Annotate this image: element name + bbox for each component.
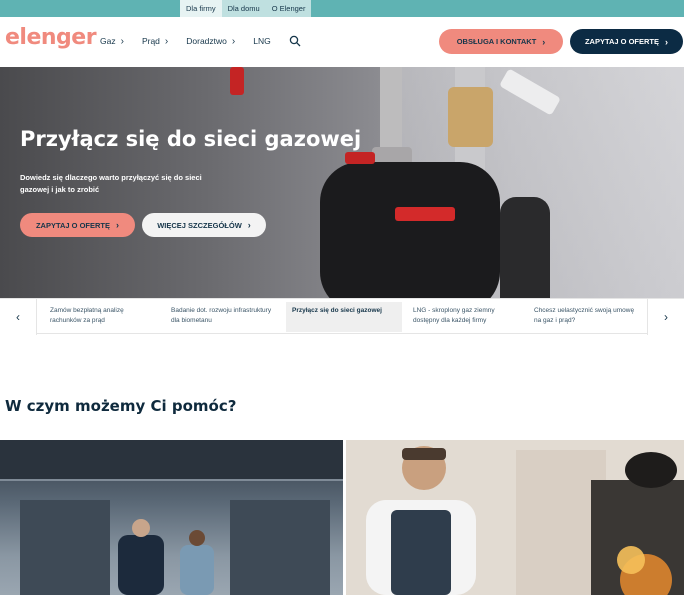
hero-request-offer-button[interactable]: ZAPYTAJ O OFERTĘ › [20, 213, 135, 237]
nav-item-label: LNG [253, 36, 271, 46]
chef-illustration [346, 440, 684, 595]
chevron-right-icon: › [116, 220, 120, 230]
slider-prev-button[interactable]: ‹ [0, 299, 37, 335]
restaurant-card-image[interactable] [346, 440, 684, 595]
chevron-right-icon: › [664, 310, 668, 324]
hero-banner: Przyłącz się do sieci gazowej Dowiedz si… [0, 67, 684, 334]
site-header: elenger Gaz › Prąd › Doradztwo › LNG OBS… [0, 17, 684, 67]
warehouse-illustration [0, 440, 343, 595]
gas-pipe-illustration [230, 67, 560, 334]
chevron-right-icon: › [231, 35, 236, 47]
slider-item[interactable]: Badanie dot. rozwoju infrastruktury dla … [165, 302, 283, 332]
slider-item[interactable]: Zamów bezpłatną analizę rachunków za prą… [44, 302, 162, 332]
tab-dla-firmy[interactable]: Dla firmy [180, 0, 222, 17]
chevron-left-icon: ‹ [16, 310, 20, 324]
nav-item-gaz[interactable]: Gaz › [100, 36, 124, 47]
tab-dla-domu[interactable]: Dla domu [221, 0, 266, 17]
warehouse-card-image[interactable] [0, 440, 343, 595]
hero-title: Przyłącz się do sieci gazowej [20, 127, 362, 151]
hero-slider-nav: ‹ Zamów bezpłatną analizę rachunków za p… [0, 298, 684, 335]
main-nav: Gaz › Prąd › Doradztwo › LNG [100, 35, 301, 47]
chevron-right-icon: › [665, 36, 669, 47]
search-icon[interactable] [289, 35, 301, 47]
chevron-right-icon: › [164, 35, 169, 47]
contact-button[interactable]: OBSŁUGA I KONTAKT › [439, 29, 563, 54]
chevron-right-icon: › [247, 220, 251, 230]
chevron-right-icon: › [120, 35, 124, 47]
contact-button-label: OBSŁUGA I KONTAKT [456, 37, 537, 46]
nav-item-doradztwo[interactable]: Doradztwo › [186, 36, 235, 47]
slider-item[interactable]: LNG - skroplony gaz ziemny dostępny dla … [407, 302, 525, 332]
nav-item-label: Prąd [141, 36, 160, 46]
nav-item-prad[interactable]: Prąd › [142, 36, 168, 47]
nav-item-label: Gaz [100, 36, 116, 46]
request-offer-label: ZAPYTAJ O OFERTĘ [584, 37, 660, 46]
slider-item-active[interactable]: Przyłącz się do sieci gazowej [286, 302, 402, 332]
request-offer-button[interactable]: ZAPYTAJ O OFERTĘ › [570, 29, 683, 54]
audience-tabs: Dla firmy Dla domu O Elenger [180, 0, 312, 17]
tab-o-elenger[interactable]: O Elenger [265, 0, 312, 17]
elenger-logo[interactable]: elenger [5, 25, 97, 50]
hero-subtitle: Dowiedz się dlaczego warto przyłączyć si… [20, 173, 202, 194]
nav-item-label: Doradztwo [186, 36, 227, 46]
top-strip: Dla firmy Dla domu O Elenger [0, 0, 684, 17]
section-title: W czym możemy Ci pomóc? [5, 397, 237, 415]
more-details-label: WIĘCEJ SZCZEGÓŁÓW [157, 220, 242, 230]
hero-request-offer-label: ZAPYTAJ O OFERTĘ [35, 220, 111, 230]
more-details-button[interactable]: WIĘCEJ SZCZEGÓŁÓW › [142, 213, 266, 237]
slider-next-button[interactable]: › [647, 299, 684, 335]
nav-item-lng[interactable]: LNG [253, 36, 270, 46]
chevron-right-icon: › [542, 36, 546, 47]
slider-item[interactable]: Chcesz uelastycznić swoją umowę na gaz i… [528, 302, 646, 332]
